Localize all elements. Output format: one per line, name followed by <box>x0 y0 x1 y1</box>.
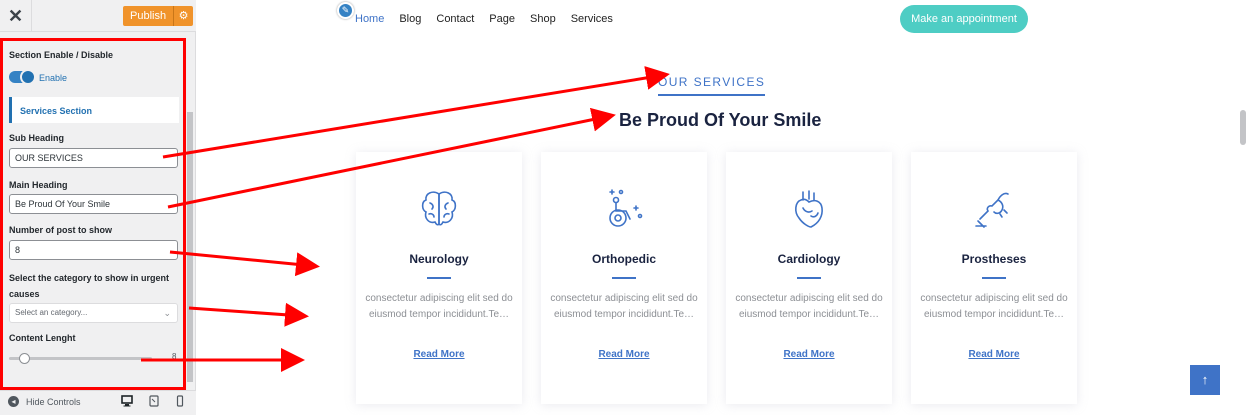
card-excerpt: consectetur adipiscing elit sed do eiusm… <box>550 293 698 320</box>
read-more-link[interactable]: Read More <box>726 349 892 360</box>
wheelchair-icon <box>604 188 644 230</box>
hide-controls-label: Hide Controls <box>26 396 81 407</box>
content-length-slider[interactable] <box>9 353 152 364</box>
category-select-value: Select an category... <box>15 308 88 317</box>
card-title: Cardiology <box>777 252 841 266</box>
brain-icon <box>419 188 459 230</box>
card-title: Prostheses <box>961 252 1027 266</box>
chevron-down-icon: ⌄ <box>163 308 171 318</box>
card-divider <box>427 277 451 279</box>
card-title: Orthopedic <box>591 252 656 266</box>
read-more-link[interactable]: Read More <box>541 349 707 360</box>
slider-thumb[interactable] <box>19 353 30 364</box>
customizer-header: ✕ Publish ⚙ <box>0 0 196 32</box>
service-card-prostheses: Prostheses consectetur adipiscing elit s… <box>911 152 1077 404</box>
section-enable-label: Section Enable / Disable <box>9 50 114 60</box>
toggle-enable-label: Enable <box>39 73 68 83</box>
page-scrollbar[interactable] <box>1240 110 1246 145</box>
section-enable-toggle[interactable] <box>9 69 36 85</box>
services-sub-heading: OUR SERVICES <box>658 75 766 96</box>
nav-item-contact[interactable]: Contact <box>436 13 474 25</box>
panel-scrollbar[interactable] <box>187 112 193 382</box>
prosthetic-hand-icon <box>974 188 1014 230</box>
services-section-heading: Services Section <box>9 97 179 123</box>
service-card-cardiology: Cardiology consectetur adipiscing elit s… <box>726 152 892 404</box>
customizer-panel: ✕ Publish ⚙ Section Enable / Disable Ena… <box>0 0 196 415</box>
nav-item-home[interactable]: Home <box>355 13 384 25</box>
mobile-preview-icon[interactable] <box>174 395 186 409</box>
nav-item-blog[interactable]: Blog <box>399 13 421 25</box>
desktop-preview-icon[interactable] <box>121 395 133 409</box>
toggle-knob <box>20 69 36 85</box>
num-posts-input[interactable]: 8 <box>9 240 178 260</box>
nav-item-services[interactable]: Services <box>571 13 613 25</box>
main-heading-label: Main Heading <box>9 180 68 190</box>
num-posts-label: Number of post to show <box>9 225 112 235</box>
card-title: Neurology <box>409 252 469 266</box>
content-length-value: 8 <box>172 352 177 361</box>
card-divider <box>797 277 821 279</box>
card-excerpt: consectetur adipiscing elit sed do eiusm… <box>920 293 1068 320</box>
category-label: Select the category to show in urgent ca… <box>9 273 170 299</box>
services-main-heading: Be Proud Of Your Smile <box>619 110 822 130</box>
card-excerpt: consectetur adipiscing elit sed do eiusm… <box>735 293 883 320</box>
card-excerpt: consectetur adipiscing elit sed do eiusm… <box>365 293 513 320</box>
publish-group: Publish ⚙ <box>123 6 194 26</box>
customizer-footer: ◂ Hide Controls <box>0 390 196 415</box>
hide-controls-button[interactable]: ◂ Hide Controls <box>8 396 81 407</box>
read-more-link[interactable]: Read More <box>356 349 522 360</box>
nav-item-shop[interactable]: Shop <box>530 13 556 25</box>
category-select[interactable]: Select an category... ⌄ <box>9 303 178 323</box>
card-divider <box>982 277 1006 279</box>
heart-icon <box>789 188 829 230</box>
site-preview: ✎ Home Blog Contact Page Shop Services M… <box>196 0 1248 415</box>
service-card-neurology: Neurology consectetur adipiscing elit se… <box>356 152 522 404</box>
sub-heading-label: Sub Heading <box>9 133 65 143</box>
sub-heading-input[interactable]: OUR SERVICES <box>9 148 178 168</box>
collapse-icon: ◂ <box>8 396 19 407</box>
publish-button[interactable]: Publish <box>123 6 174 26</box>
main-heading-input[interactable]: Be Proud Of Your Smile <box>9 194 178 214</box>
tablet-preview-icon[interactable] <box>148 395 160 409</box>
read-more-link[interactable]: Read More <box>911 349 1077 360</box>
scroll-to-top-button[interactable]: ↑ <box>1190 365 1220 395</box>
edit-shortcut-pencil-icon[interactable]: ✎ <box>337 2 354 19</box>
card-divider <box>612 277 636 279</box>
publish-settings-gear-icon[interactable]: ⚙ <box>173 6 194 26</box>
nav-item-page[interactable]: Page <box>489 13 515 25</box>
content-length-label: Content Lenght <box>9 333 76 343</box>
make-appointment-button[interactable]: Make an appointment <box>900 5 1028 33</box>
close-icon[interactable]: ✕ <box>0 0 32 32</box>
services-controls-highlight: Section Enable / Disable Enable Services… <box>0 38 186 390</box>
service-card-orthopedic: Orthopedic consectetur adipiscing elit s… <box>541 152 707 404</box>
main-navigation: Home Blog Contact Page Shop Services <box>355 13 628 25</box>
